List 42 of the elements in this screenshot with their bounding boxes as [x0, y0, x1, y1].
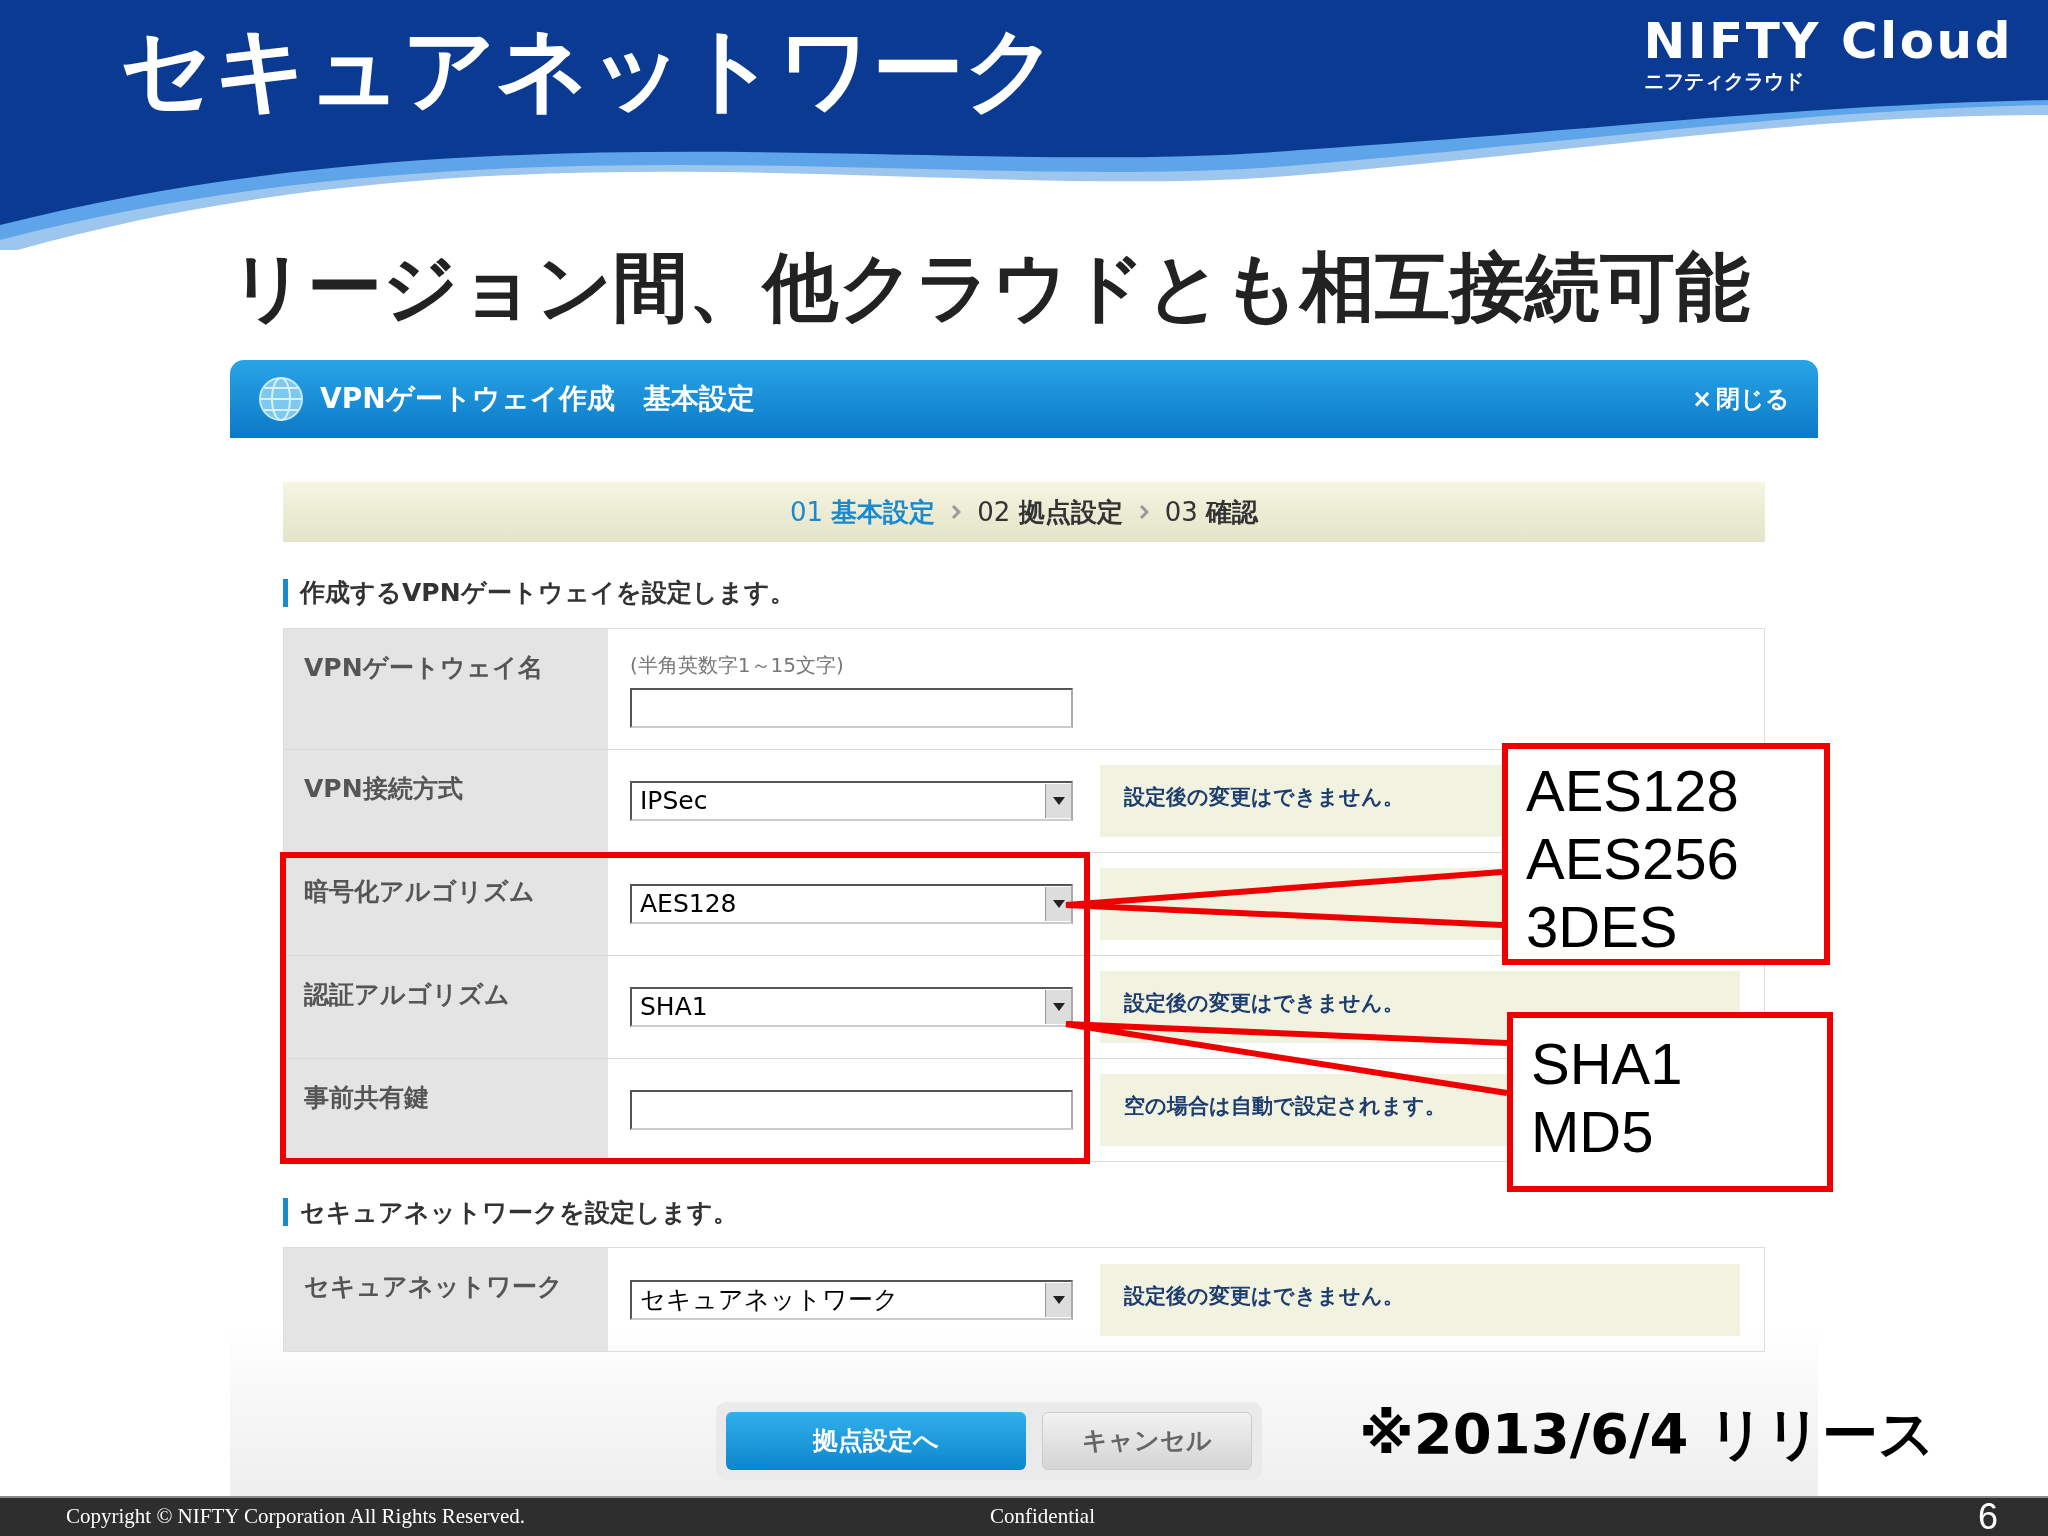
step-label: 03 確認 — [1164, 495, 1259, 529]
page-number: 6 — [1977, 1495, 1999, 1536]
field-label: 暗号化アルゴリズム — [304, 876, 535, 906]
close-button[interactable]: × 閉じる — [1691, 381, 1790, 417]
input-field[interactable] — [630, 1089, 1073, 1130]
field-label: VPN接続方式 — [304, 773, 463, 803]
copyright-text: Copyright © NIFTY Corporation All Rights Reserved. — [65, 1503, 527, 1531]
cancel-button[interactable]: キャンセル — [1042, 1412, 1252, 1470]
select-field[interactable]: SHA1 — [630, 986, 1073, 1027]
chevron-icon — [951, 504, 962, 520]
slide-title: セキュアネットワーク — [120, 15, 1058, 116]
option-text: SHA1 — [1531, 1030, 1684, 1098]
select-field[interactable]: IPSec — [630, 780, 1073, 821]
section-heading: 作成するVPNゲートウェイを設定します。 — [300, 577, 795, 609]
dialog-title: VPNゲートウェイ作成 基本設定 — [320, 381, 756, 417]
field-label: VPNゲートウェイ名 — [304, 652, 543, 682]
select-field[interactable]: AES128 — [630, 883, 1073, 924]
option-text: AES256 — [1526, 825, 1740, 893]
note-text: 空の場合は自動で設定されます。 — [1124, 1092, 1446, 1120]
option-text: MD5 — [1531, 1098, 1655, 1166]
slide-subtitle: リージョン間、他クラウドとも相互接続可能 — [230, 250, 1750, 325]
note-text: 設定後の変更はできません。 — [1124, 783, 1404, 811]
heading-accent-bar — [283, 578, 288, 607]
globe-icon — [258, 376, 304, 422]
note-text: 設定後の変更はできません。 — [1124, 1282, 1404, 1310]
heading-accent-bar — [283, 1198, 288, 1227]
confidential-label: Confidential — [990, 1503, 1096, 1531]
chevron-icon — [1138, 504, 1149, 520]
field-label: 認証アルゴリズム — [304, 979, 510, 1009]
input-field[interactable] — [630, 687, 1073, 728]
select-field[interactable]: セキュアネットワーク — [630, 1279, 1073, 1320]
note-text: 設定後の変更はできません。 — [1124, 989, 1404, 1017]
field-label: 事前共有鍵 — [304, 1082, 429, 1112]
section-heading: セキュアネットワークを設定します。 — [300, 1196, 738, 1229]
release-note: ※2013/6/4 リリース — [1359, 1400, 1935, 1468]
field-label: セキュアネットワーク — [304, 1272, 563, 1301]
step-label: 01 基本設定 — [789, 495, 936, 529]
option-text: AES128 — [1526, 757, 1740, 825]
option-text: 3DES — [1526, 893, 1679, 961]
step-label: 02 拠点設定 — [977, 495, 1123, 529]
brand-logo: NIFTY Cloud ニフティクラウド — [1643, 11, 2013, 95]
field-hint: (半角英数字1～15文字) — [630, 651, 845, 679]
